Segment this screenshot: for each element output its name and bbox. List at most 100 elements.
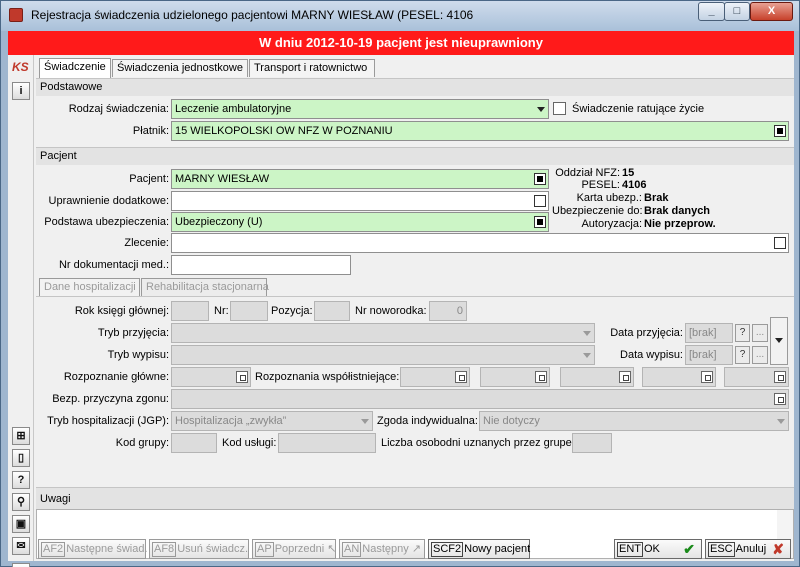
tryb-jgp-label: Tryb hospitalizacji (JGP): <box>47 415 169 427</box>
device-icon[interactable]: ▯ <box>12 449 30 467</box>
pacjent-picker-icon[interactable] <box>534 173 546 185</box>
pozycja-label: Pozycja: <box>271 305 313 317</box>
kod-grupy-field[interactable] <box>171 433 217 453</box>
pesel-value: 4106 <box>622 179 647 191</box>
rozp-wsp-field-3[interactable] <box>560 367 634 387</box>
zlecenie-field[interactable] <box>171 233 789 253</box>
platnik-field[interactable]: 15 WIELKOPOLSKI OW NFZ W POZNANIU <box>171 121 789 141</box>
rodzaj-value: Leczenie ambulatoryjne <box>175 103 292 115</box>
platnik-picker-icon[interactable] <box>774 125 786 137</box>
left-toolbar: KS i ⊞ ▯ ? ⚲ ▣ ✉ ✕ <box>8 55 34 567</box>
close-button[interactable]: X <box>750 2 793 21</box>
new-patient-label: Nowy pacjent <box>464 543 531 555</box>
ubezp-do-label: Ubezpieczenie do: <box>552 205 643 217</box>
zlecenie-picker-icon[interactable] <box>774 237 786 249</box>
data-przyjecia-field[interactable]: [brak] <box>685 323 733 343</box>
platnik-label: Płatnik: <box>132 125 169 137</box>
autoryzacja-value: Nie przeprow. <box>644 218 716 230</box>
client-area: W dniu 2012-10-19 pacjent jest nieuprawn… <box>8 31 794 567</box>
kod-uslugi-label: Kod usługi: <box>222 437 277 449</box>
rozp-wsp-picker-icon[interactable] <box>774 371 786 383</box>
zlecenie-label: Zlecenie: <box>124 237 169 249</box>
pacjent-value: MARNY WIESŁAW <box>175 173 270 185</box>
rozp-wsp-field-5[interactable] <box>724 367 789 387</box>
ok-key: ENT <box>617 542 643 557</box>
maximize-button[interactable]: □ <box>724 2 750 21</box>
noworodka-label: Nr noworodka: <box>355 305 427 317</box>
cancel-key: ESC <box>708 542 735 557</box>
rozp-glowne-picker-icon[interactable] <box>236 371 248 383</box>
oddzial-label: Oddział NFZ: <box>555 167 620 179</box>
rozp-wsp-field-4[interactable] <box>642 367 716 387</box>
chevron-down-icon <box>583 331 591 336</box>
tryb-wypisu-label: Tryb wypisu: <box>107 349 169 361</box>
rodzaj-select[interactable]: Leczenie ambulatoryjne <box>171 99 549 119</box>
rozp-wsp-picker-icon[interactable] <box>619 371 631 383</box>
rok-field[interactable] <box>171 301 209 321</box>
new-patient-button[interactable]: SCF2 Nowy pacjent <box>428 539 530 559</box>
nr-dok-field[interactable] <box>171 255 351 275</box>
next-button[interactable]: AN Następny ↗ <box>339 539 425 559</box>
help-icon[interactable]: ? <box>12 471 30 489</box>
przyczyna-label: Bezp. przyczyna zgonu: <box>52 393 169 405</box>
delete-service-button[interactable]: AF8 Usuń świadcz. <box>149 539 249 559</box>
kod-uslugi-field[interactable] <box>278 433 376 453</box>
tab-swiadczenia-jednostkowe[interactable]: Świadczenia jednostkowe <box>112 59 248 77</box>
app-icon <box>9 8 23 22</box>
minimize-button[interactable]: _ <box>698 2 725 21</box>
tab-dane-hospitalizacji[interactable]: Dane hospitalizacji <box>39 278 140 296</box>
data-wypisu-calendar-button[interactable]: ... <box>752 346 768 364</box>
uprawnienie-field[interactable] <box>171 191 549 211</box>
info-icon[interactable]: i <box>12 82 30 100</box>
delete-service-key: AF8 <box>152 542 177 557</box>
podstawa-picker-icon[interactable] <box>534 216 546 228</box>
rozp-wsp-field-2[interactable] <box>480 367 550 387</box>
rozp-wsp-picker-icon[interactable] <box>535 371 547 383</box>
rozp-wsp-picker-icon[interactable] <box>701 371 713 383</box>
previous-label: Poprzedni <box>274 543 325 555</box>
cancel-button[interactable]: ESC Anuluj ✘ <box>705 539 791 559</box>
data-wypisu-help-button[interactable]: ? <box>735 346 750 364</box>
pozycja-field[interactable] <box>314 301 350 321</box>
arrow-forward-icon: ↗ <box>411 543 422 555</box>
tab-transport[interactable]: Transport i ratownictwo <box>249 59 375 77</box>
data-przyjecia-help-button[interactable]: ? <box>735 324 750 342</box>
ok-button[interactable]: ENT OK ✔ <box>614 539 702 559</box>
expand-button[interactable] <box>770 317 788 365</box>
tryb-jgp-value: Hospitalizacja „zwykła” <box>175 415 287 427</box>
next-service-button[interactable]: AF2 Następne świad. <box>38 539 148 559</box>
rozp-glowne-field[interactable] <box>171 367 251 387</box>
tryb-wypisu-select[interactable] <box>171 345 595 365</box>
tab-swiadczenie[interactable]: Świadczenie <box>39 58 111 78</box>
tryb-przyjecia-select[interactable] <box>171 323 595 343</box>
rozp-wsp-picker-icon[interactable] <box>455 371 467 383</box>
przyczyna-picker-icon[interactable] <box>774 393 786 405</box>
image-icon[interactable]: ▣ <box>12 515 30 533</box>
section-uwagi: Uwagi <box>36 487 794 509</box>
previous-button[interactable]: AP Poprzedni ↖ <box>252 539 337 559</box>
tab-rehabilitacja[interactable]: Rehabilitacja stacjonarna <box>141 278 269 296</box>
close-panel-icon[interactable]: ✕ <box>12 563 30 567</box>
data-wypisu-field[interactable]: [brak] <box>685 345 733 365</box>
podstawa-field[interactable]: Ubezpieczony (U) <box>171 212 549 232</box>
zgoda-select[interactable]: Nie dotyczy <box>479 411 789 431</box>
przyczyna-field[interactable] <box>171 389 789 409</box>
data-przyjecia-calendar-button[interactable]: ... <box>752 324 768 342</box>
rozp-wsp-field-1[interactable] <box>400 367 470 387</box>
zgoda-value: Nie dotyczy <box>483 415 540 427</box>
noworodka-field[interactable]: 0 <box>429 301 467 321</box>
nr-field[interactable] <box>230 301 268 321</box>
data-przyjecia-label: Data przyjęcia: <box>610 327 683 339</box>
liczba-field[interactable] <box>572 433 612 453</box>
rozp-glowne-label: Rozpoznanie główne: <box>63 371 169 383</box>
pacjent-field[interactable]: MARNY WIESŁAW <box>171 169 549 189</box>
monitor-icon[interactable]: ⊞ <box>12 427 30 445</box>
ubezp-do-value: Brak danych <box>644 205 711 217</box>
section-podstawowe: Podstawowe <box>36 78 794 96</box>
uprawnienie-picker-icon[interactable] <box>534 195 546 207</box>
tryb-jgp-select[interactable]: Hospitalizacja „zwykła” <box>171 411 373 431</box>
main-window: Rejestracja świadczenia udzielonego pacj… <box>0 0 800 567</box>
search-icon[interactable]: ⚲ <box>12 493 30 511</box>
nr-label: Nr: <box>214 305 229 317</box>
ratujace-checkbox[interactable] <box>553 102 566 115</box>
